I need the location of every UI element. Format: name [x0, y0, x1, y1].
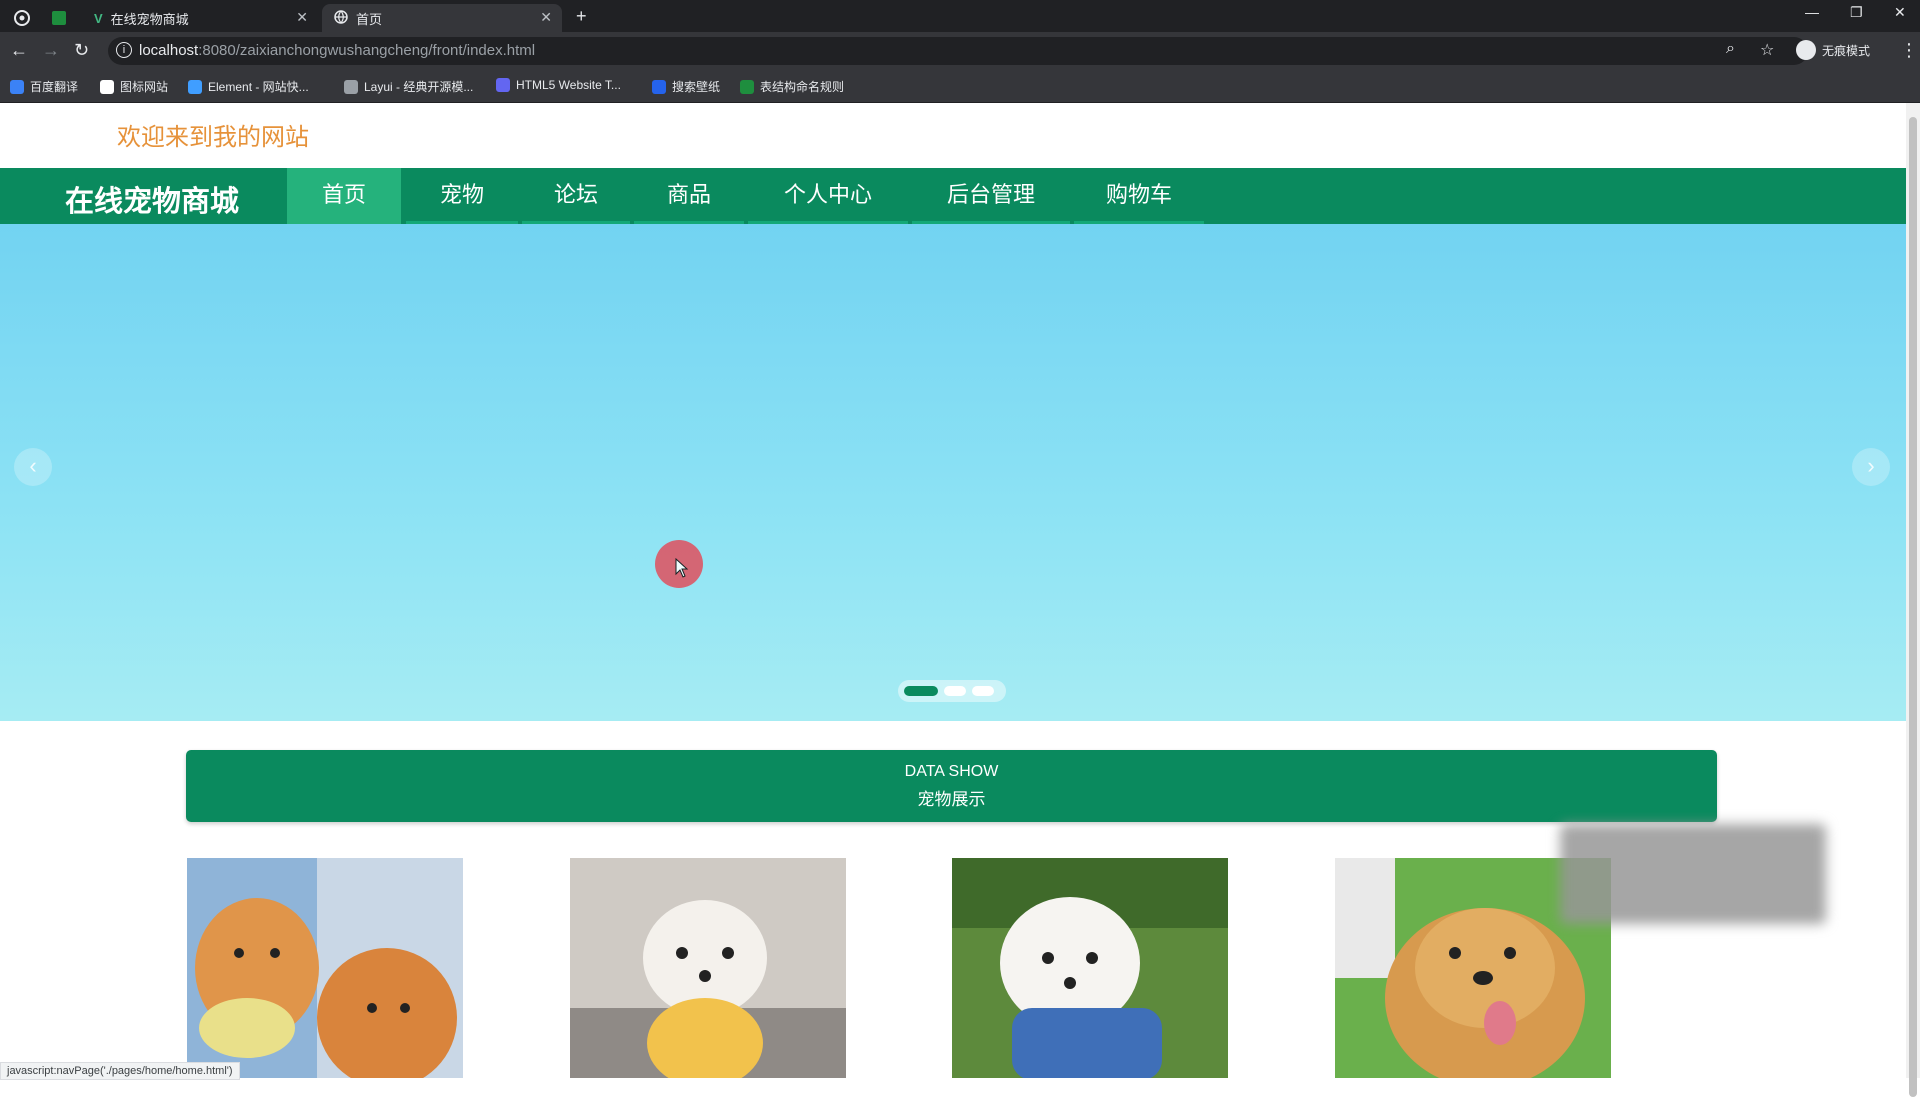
- section-title-cn: 宠物展示: [917, 790, 986, 809]
- html5-icon: [496, 78, 510, 92]
- globe-icon: [334, 9, 348, 27]
- chevron-left-icon[interactable]: ‹: [14, 448, 52, 486]
- url-host: localhost: [139, 42, 199, 59]
- bookmark-label: 百度翻译: [30, 80, 79, 94]
- carousel-indicators: [898, 680, 1006, 702]
- mouse-pointer-icon: [675, 558, 689, 578]
- flag-icon: [100, 79, 114, 94]
- section-title-en: DATA SHOW: [904, 763, 999, 780]
- bookmark-label: 图标网站: [120, 80, 169, 94]
- status-bar-link: javascript:navPage('./pages/home/home.ht…: [0, 1062, 240, 1080]
- browser-menu-icon[interactable]: [14, 4, 32, 32]
- browser-toolbar: ← → ↻ i localhost:8080/zaixianchongwusha…: [0, 32, 1920, 70]
- page-scrollbar[interactable]: [1906, 103, 1920, 1097]
- carousel-dot[interactable]: [972, 686, 994, 696]
- nav-item-forum[interactable]: 论坛: [522, 168, 630, 224]
- bookmark-label: Layui - 经典开源模...: [364, 80, 474, 94]
- restore-icon[interactable]: ❐: [1850, 4, 1863, 21]
- scrollbar-thumb[interactable]: [1909, 117, 1917, 1097]
- carousel-banner[interactable]: ‹ ›: [0, 224, 1906, 721]
- more-menu-icon[interactable]: ⋮: [1900, 41, 1918, 59]
- url-path: :8080/zaixianchongwushangcheng/front/ind…: [198, 42, 536, 59]
- bookmarks-bar: 百度翻译 图标网站 Element - 网站快... Layui - 经典开源模…: [0, 70, 1920, 103]
- close-icon[interactable]: ✕: [296, 9, 308, 26]
- sheet-icon: [740, 79, 754, 94]
- bichon-photo: [952, 858, 1228, 1078]
- incognito-icon: [1796, 40, 1816, 60]
- carousel-dot[interactable]: [904, 686, 938, 696]
- pinned-tab-icon[interactable]: [52, 4, 70, 32]
- nav-item-admin[interactable]: 后台管理: [912, 168, 1070, 224]
- nav-item-personal-center[interactable]: 个人中心: [748, 168, 908, 224]
- white-puppy-photo: [570, 858, 846, 1078]
- profile-label: 无痕模式: [1822, 43, 1871, 58]
- vue-logo-icon: V: [94, 10, 103, 26]
- back-icon[interactable]: ←: [10, 41, 28, 59]
- address-bar[interactable]: i localhost:8080/zaixianchongwushangchen…: [108, 37, 1808, 65]
- element-logo-icon: [188, 79, 202, 94]
- site-brand[interactable]: 在线宠物商城: [65, 178, 239, 220]
- bookmark-item[interactable]: 表结构命名规则: [740, 78, 844, 95]
- bookmark-label: 搜索壁纸: [672, 80, 721, 94]
- nav-item-home[interactable]: 首页: [287, 168, 401, 224]
- chevron-right-icon[interactable]: ›: [1852, 448, 1890, 486]
- tab-title: 首页: [356, 11, 383, 27]
- main-navbar: 在线宠物商城 首页 宠物 论坛 商品 个人中心 后台管理 购物车: [0, 168, 1906, 224]
- wallpaper-icon: [652, 79, 666, 94]
- browser-tab-bar: V 在线宠物商城 ✕ 首页 ✕ + — ❐ ✕: [0, 0, 1920, 32]
- nav-item-products[interactable]: 商品: [634, 168, 744, 224]
- page-content: 欢迎来到我的网站 在线宠物商城 首页 宠物 论坛 商品 个人中心 后台管理 购物…: [0, 103, 1906, 1078]
- blurred-overlay: [1560, 824, 1826, 924]
- incognito-profile[interactable]: 无痕模式: [1796, 40, 1870, 60]
- bookmark-label: 表结构命名规则: [760, 80, 845, 94]
- data-show-header: DATA SHOW 宠物展示: [186, 750, 1717, 822]
- carousel-dot[interactable]: [944, 686, 966, 696]
- tab-title: 在线宠物商城: [110, 11, 189, 27]
- info-icon[interactable]: i: [116, 42, 132, 58]
- pet-card-pomeranian[interactable]: [187, 858, 463, 1078]
- pet-card-bichon[interactable]: [952, 858, 1228, 1078]
- tab-pet-mall[interactable]: V 在线宠物商城 ✕: [88, 4, 318, 32]
- bookmark-item[interactable]: 百度翻译: [10, 78, 78, 95]
- close-icon[interactable]: ✕: [540, 9, 552, 26]
- bookmark-item[interactable]: Layui - 经典开源模...: [344, 78, 473, 95]
- nav-item-pets[interactable]: 宠物: [406, 168, 518, 224]
- click-indicator: [655, 540, 703, 588]
- bookmark-item[interactable]: 搜索壁纸: [652, 78, 720, 95]
- reload-icon[interactable]: ↻: [74, 41, 89, 59]
- bookmark-label: HTML5 Website T...: [516, 78, 621, 92]
- minimize-icon[interactable]: —: [1805, 4, 1819, 20]
- zoom-icon[interactable]: ⌕: [1726, 40, 1735, 58]
- tab-home[interactable]: 首页 ✕: [322, 4, 562, 32]
- bookmark-item[interactable]: 图标网站: [100, 78, 168, 95]
- star-icon[interactable]: ☆: [1760, 40, 1774, 60]
- bookmark-item[interactable]: Element - 网站快...: [188, 78, 309, 95]
- translate-icon: [10, 79, 24, 94]
- bookmark-label: Element - 网站快...: [208, 80, 309, 94]
- welcome-text: 欢迎来到我的网站: [117, 124, 309, 151]
- close-window-icon[interactable]: ✕: [1894, 4, 1906, 21]
- pet-card-white-puppy[interactable]: [570, 858, 846, 1078]
- new-tab-icon[interactable]: +: [576, 6, 587, 27]
- pomeranian-photo: [187, 858, 463, 1078]
- bookmark-item[interactable]: HTML5 Website T...: [496, 78, 621, 92]
- layui-logo-icon: [344, 79, 358, 94]
- forward-icon[interactable]: →: [42, 41, 60, 59]
- nav-item-cart[interactable]: 购物车: [1074, 168, 1204, 224]
